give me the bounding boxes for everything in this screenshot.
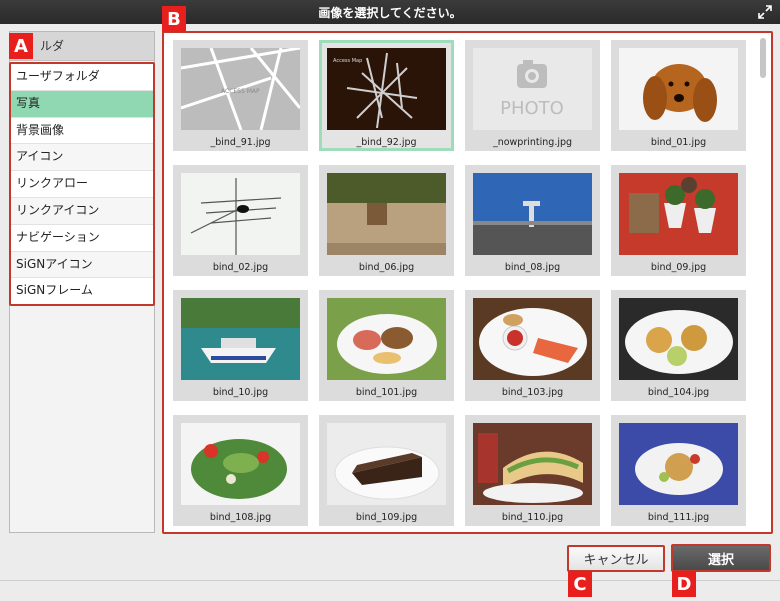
image-filename: bind_111.jpg <box>647 512 710 523</box>
folder-item-sign-icons[interactable]: SiGNアイコン <box>11 251 153 279</box>
image-tile[interactable]: bind_10.jpg <box>173 290 308 401</box>
image-thumbnail <box>619 173 738 255</box>
image-filename: bind_101.jpg <box>355 387 418 398</box>
scrollbar-thumb[interactable] <box>760 38 766 78</box>
window-title: 画像を選択してください。 <box>318 5 462 20</box>
image-thumbnail <box>619 423 738 505</box>
folder-item-link-arrows[interactable]: リンクアロー <box>11 171 153 198</box>
image-tile[interactable]: bind_111.jpg <box>611 415 746 526</box>
image-tile[interactable]: bind_01.jpg <box>611 40 746 151</box>
image-thumbnail <box>327 298 446 380</box>
image-thumbnail <box>473 423 592 505</box>
image-tile[interactable]: bind_108.jpg <box>173 415 308 526</box>
image-thumbnail <box>181 173 300 255</box>
image-thumbnail <box>327 173 446 255</box>
svg-text:ACCESS MAP: ACCESS MAP <box>221 88 260 95</box>
image-tile[interactable]: bind_104.jpg <box>611 290 746 401</box>
folder-item-navigation[interactable]: ナビゲーション <box>11 224 153 252</box>
image-filename: bind_06.jpg <box>358 262 415 273</box>
image-filename: bind_09.jpg <box>650 262 707 273</box>
image-filename: _nowprinting.jpg <box>492 137 573 148</box>
image-filename: bind_103.jpg <box>501 387 564 398</box>
image-tile[interactable]: bind_109.jpg <box>319 415 454 526</box>
expand-icon[interactable] <box>756 3 774 21</box>
grid-scrollbar[interactable] <box>759 38 767 528</box>
image-filename: bind_109.jpg <box>355 512 418 523</box>
image-thumbnail <box>473 298 592 380</box>
svg-text:Access Map: Access Map <box>333 58 362 64</box>
image-thumbnail <box>619 298 738 380</box>
svg-text:PHOTO: PHOTO <box>500 98 564 119</box>
image-filename: bind_110.jpg <box>501 512 564 523</box>
image-filename: _bind_91.jpg <box>210 137 271 148</box>
image-filename: bind_104.jpg <box>647 387 710 398</box>
image-filename: _bind_92.jpg <box>356 137 417 148</box>
folder-item-user[interactable]: ユーザフォルダ <box>11 64 153 91</box>
image-filename: bind_08.jpg <box>504 262 561 273</box>
select-button[interactable]: 選択 <box>671 544 771 572</box>
image-thumbnail: Access Map <box>327 48 446 130</box>
image-filename: bind_01.jpg <box>650 137 707 148</box>
image-tile[interactable]: PHOTO _nowprinting.jpg <box>465 40 600 151</box>
image-tile[interactable]: ACCESS MAP _bind_91.jpg <box>173 40 308 151</box>
folder-item-sign-frames[interactable]: SiGNフレーム <box>11 278 153 305</box>
cancel-button[interactable]: キャンセル <box>567 545 665 572</box>
image-tile[interactable]: bind_02.jpg <box>173 165 308 276</box>
image-tile[interactable]: bind_103.jpg <box>465 290 600 401</box>
callout-marker-d: D <box>672 571 696 597</box>
image-grid-panel: ACCESS MAP _bind_91.jpg Access Map _bind… <box>162 31 773 534</box>
callout-marker-c: C <box>568 571 592 597</box>
image-thumbnail: ACCESS MAP <box>181 48 300 130</box>
folder-item-backgrounds[interactable]: 背景画像 <box>11 117 153 145</box>
callout-marker-a: A <box>9 33 33 59</box>
image-tile[interactable]: bind_110.jpg <box>465 415 600 526</box>
image-thumbnail: PHOTO <box>473 48 592 130</box>
image-tile[interactable]: bind_06.jpg <box>319 165 454 276</box>
folder-list: ユーザフォルダ 写真 背景画像 アイコン リンクアロー リンクアイコン ナビゲー… <box>9 62 155 307</box>
folder-item-link-icons[interactable]: リンクアイコン <box>11 197 153 225</box>
folder-item-photos[interactable]: 写真 <box>11 90 153 118</box>
image-filename: bind_02.jpg <box>212 262 269 273</box>
title-bar: 画像を選択してください。 <box>0 0 780 24</box>
image-thumbnail <box>619 48 738 130</box>
image-tile[interactable]: bind_09.jpg <box>611 165 746 276</box>
footer-divider <box>0 580 780 581</box>
image-tile-selected[interactable]: Access Map _bind_92.jpg <box>319 40 454 151</box>
image-tile[interactable]: bind_08.jpg <box>465 165 600 276</box>
image-filename: bind_10.jpg <box>212 387 269 398</box>
image-thumbnail <box>181 298 300 380</box>
image-thumbnail <box>327 423 446 505</box>
folder-panel: ルダ ユーザフォルダ 写真 背景画像 アイコン リンクアロー リンクアイコン ナ… <box>9 31 155 533</box>
image-thumbnail <box>473 173 592 255</box>
folder-item-icons[interactable]: アイコン <box>11 144 153 172</box>
callout-marker-b: B <box>162 6 186 32</box>
image-tile[interactable]: bind_101.jpg <box>319 290 454 401</box>
image-thumbnail <box>181 423 300 505</box>
image-grid: ACCESS MAP _bind_91.jpg Access Map _bind… <box>173 40 753 526</box>
image-filename: bind_108.jpg <box>209 512 272 523</box>
